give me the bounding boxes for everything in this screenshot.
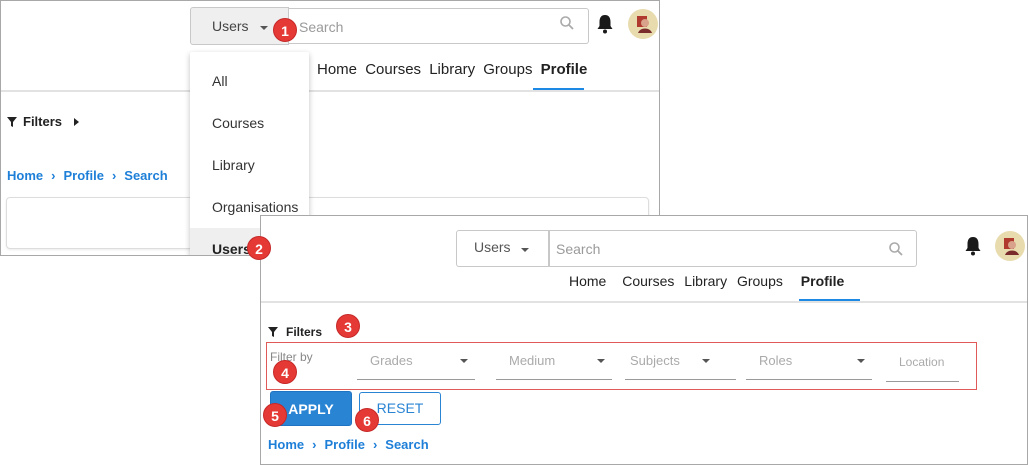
- search-placeholder: Search: [299, 19, 344, 35]
- filters-label: Filters: [23, 114, 63, 129]
- subjects-dropdown[interactable]: Subjects: [625, 352, 736, 380]
- caret-down-icon: [857, 359, 865, 363]
- chevron-right-icon: ›: [51, 168, 56, 183]
- filters-label: Filters: [286, 325, 323, 339]
- roles-dropdown[interactable]: Roles: [746, 352, 872, 380]
- filters-toggle[interactable]: Filters: [7, 114, 80, 129]
- chevron-right-icon: ›: [111, 168, 117, 183]
- nav-tab-groups[interactable]: Groups: [483, 61, 532, 78]
- grades-dropdown-label: Grades: [370, 353, 413, 368]
- search-icon[interactable]: [559, 15, 575, 31]
- nav-tab-library[interactable]: Library: [684, 273, 727, 289]
- nav-tab-courses[interactable]: Courses: [365, 61, 421, 78]
- callout-badge-1: 1: [273, 18, 297, 42]
- bell-icon[interactable]: [964, 236, 982, 256]
- roles-dropdown-label: Roles: [759, 353, 793, 368]
- nav-tab-profile[interactable]: Profile: [801, 273, 845, 289]
- breadcrumb: Home › Profile › Search: [7, 168, 168, 183]
- grades-dropdown[interactable]: Grades: [357, 352, 475, 380]
- search-input[interactable]: Search: [549, 230, 917, 267]
- caret-down-icon: [702, 359, 710, 363]
- medium-dropdown[interactable]: Medium: [496, 352, 612, 380]
- callout-badge-4: 4: [273, 360, 297, 384]
- bell-icon[interactable]: [596, 14, 614, 34]
- breadcrumb-search[interactable]: Search: [124, 168, 167, 183]
- menu-item-library[interactable]: Library: [190, 144, 309, 186]
- location-input[interactable]: Location: [886, 352, 959, 382]
- main-nav: Home Courses Library Groups Profile: [317, 61, 591, 78]
- subjects-dropdown-label: Subjects: [630, 353, 680, 368]
- caret-down-icon: [260, 26, 268, 30]
- nav-tab-library[interactable]: Library: [429, 61, 475, 78]
- caret-down-icon: [597, 359, 605, 363]
- header-divider: [261, 301, 1027, 303]
- search-input[interactable]: Search: [289, 8, 589, 44]
- search-scope-value: Users: [474, 239, 511, 255]
- caret-down-icon: [521, 248, 529, 252]
- filter-icon: [268, 327, 278, 337]
- search-placeholder: Search: [556, 241, 601, 257]
- nav-tab-courses[interactable]: Courses: [622, 273, 674, 289]
- main-nav: Home Courses Library Groups Profile: [569, 273, 847, 289]
- menu-item-all[interactable]: All: [190, 60, 309, 102]
- chevron-right-icon: ›: [312, 437, 317, 452]
- chevron-right-icon: ›: [372, 437, 378, 452]
- breadcrumb: Home › Profile › Search: [268, 437, 429, 452]
- avatar[interactable]: [628, 9, 658, 39]
- header-divider: [1, 90, 659, 92]
- breadcrumb-home[interactable]: Home: [7, 168, 43, 183]
- medium-dropdown-label: Medium: [509, 353, 556, 368]
- search-scope-dropdown[interactable]: Users: [456, 230, 549, 267]
- avatar[interactable]: [995, 231, 1025, 261]
- nav-tab-groups[interactable]: Groups: [737, 273, 783, 289]
- filter-icon: [7, 117, 17, 127]
- callout-badge-5: 5: [263, 403, 287, 427]
- caret-down-icon: [460, 359, 468, 363]
- nav-tab-home[interactable]: Home: [569, 273, 606, 289]
- caret-right-icon: [73, 118, 79, 126]
- callout-badge-6: 6: [355, 408, 379, 432]
- nav-tab-home[interactable]: Home: [317, 61, 357, 78]
- breadcrumb-profile[interactable]: Profile: [63, 168, 103, 183]
- breadcrumb-search[interactable]: Search: [385, 437, 428, 452]
- callout-badge-2: 2: [247, 236, 271, 260]
- filters-toggle[interactable]: Filters: [268, 325, 322, 339]
- callout-badge-3: 3: [336, 314, 360, 338]
- search-icon[interactable]: [888, 241, 904, 257]
- nav-tab-profile[interactable]: Profile: [541, 61, 588, 78]
- breadcrumb-profile[interactable]: Profile: [324, 437, 364, 452]
- location-placeholder: Location: [899, 355, 945, 369]
- breadcrumb-home[interactable]: Home: [268, 437, 304, 452]
- menu-item-courses[interactable]: Courses: [190, 102, 309, 144]
- search-scope-value: Users: [212, 18, 249, 34]
